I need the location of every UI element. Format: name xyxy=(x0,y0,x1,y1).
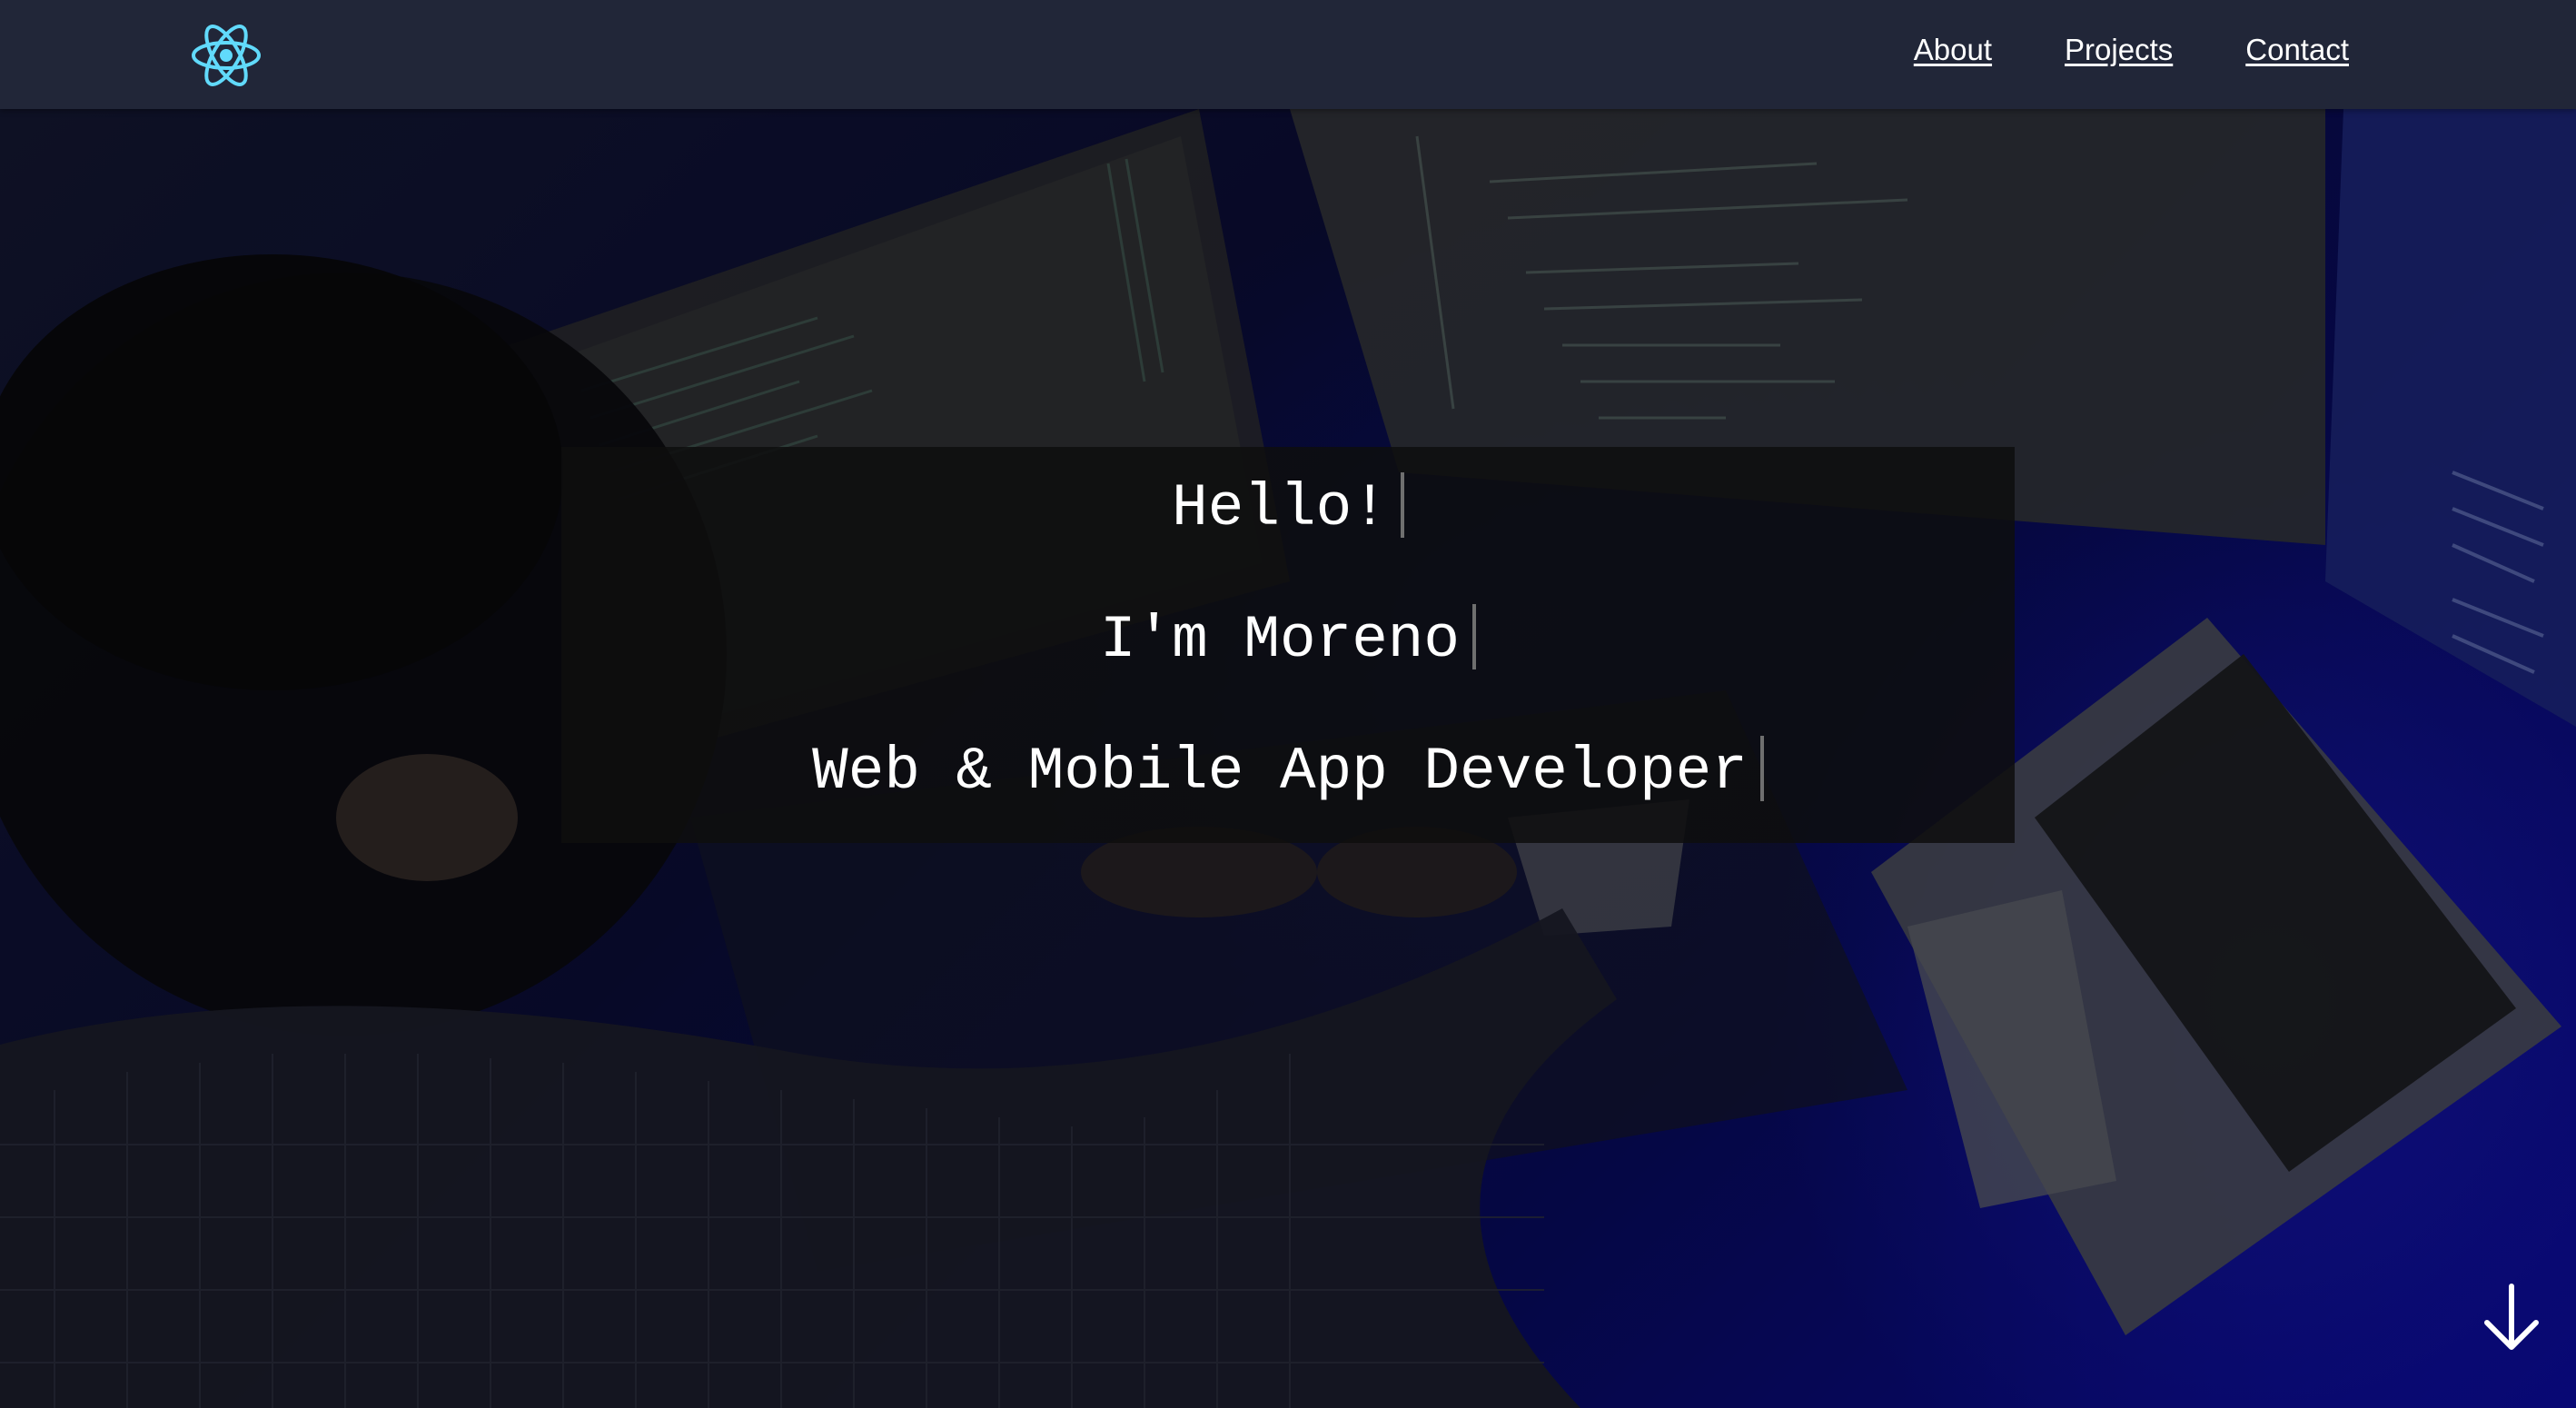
role-line: Web & Mobile App Developer xyxy=(561,735,2015,808)
role-text: Web & Mobile App Developer xyxy=(812,738,1748,806)
page: About Projects Contact Hello! I'm Moreno… xyxy=(0,0,2576,1408)
greeting-text: Hello! xyxy=(1172,474,1388,542)
nav-link-about[interactable]: About xyxy=(1914,25,1992,74)
nav-link-projects[interactable]: Projects xyxy=(2065,25,2173,74)
react-logo-icon[interactable] xyxy=(189,18,263,93)
typing-cursor xyxy=(1400,471,1404,538)
typing-cursor xyxy=(1759,735,1764,801)
intro-typewriter-box: Hello! I'm Moreno Web & Mobile App Devel… xyxy=(561,447,2015,843)
typing-cursor xyxy=(1472,603,1477,669)
nav-links: About Projects Contact xyxy=(1914,25,2349,74)
greeting-line: Hello! xyxy=(561,471,2015,545)
name-text: I'm Moreno xyxy=(1099,606,1461,674)
arrow-down-icon[interactable] xyxy=(2480,1281,2543,1353)
navbar: About Projects Contact xyxy=(0,0,2576,109)
name-line: I'm Moreno xyxy=(561,603,2015,677)
nav-link-contact[interactable]: Contact xyxy=(2245,25,2349,74)
